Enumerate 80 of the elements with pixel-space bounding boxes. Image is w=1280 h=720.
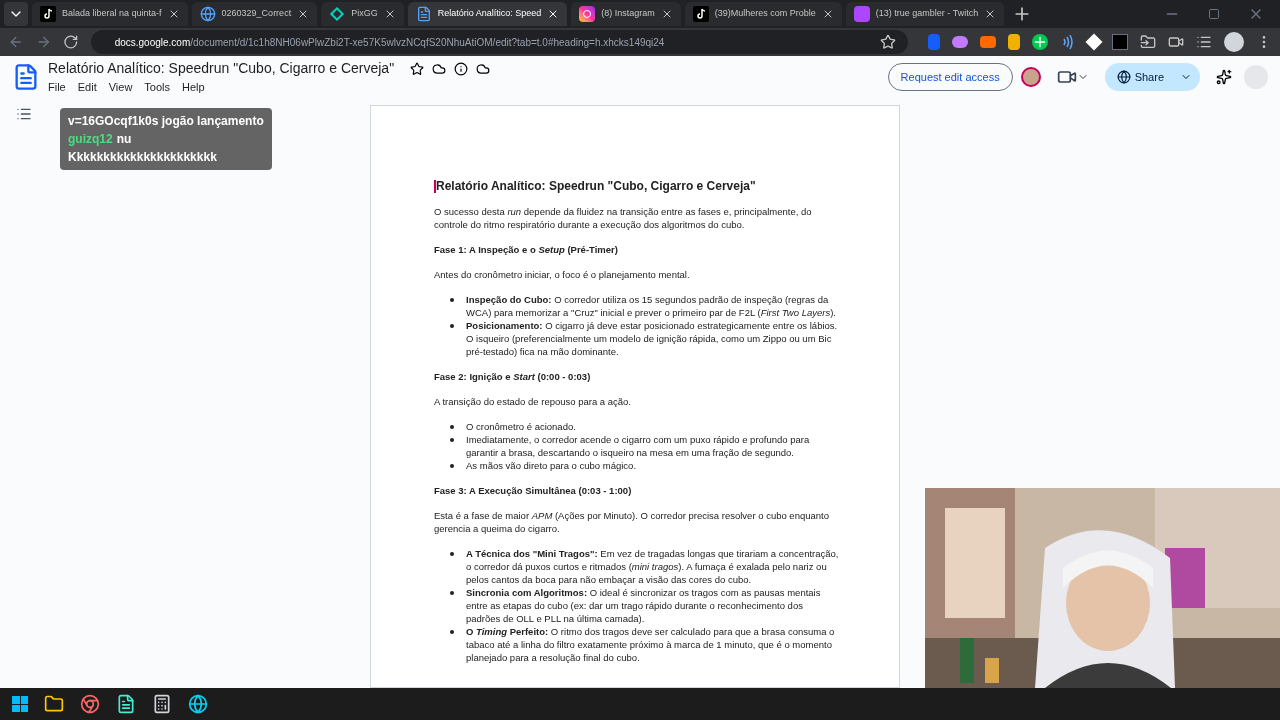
menu-item[interactable]: Edit (77, 79, 97, 96)
bullet-icon (450, 425, 454, 429)
menu-item[interactable]: Tools (144, 79, 171, 96)
section-heading: Fase 1: A Inspeção e o Setup (Pré-Timer) (434, 243, 619, 256)
tab-title: 0260329_Correct (221, 7, 292, 21)
sparkle-icon[interactable] (1216, 69, 1232, 85)
chat-username: guizq12 (68, 131, 113, 148)
share-button[interactable]: Share (1104, 63, 1200, 91)
section-heading: Fase 3: A Execução Simultânea (0:03 - 1:00) (434, 484, 633, 497)
browser-tab[interactable]: Balada liberal na quinta-f (32, 2, 188, 26)
outline-icon[interactable] (16, 106, 32, 122)
bookmark-star-icon[interactable] (880, 34, 896, 50)
globe-icon[interactable] (188, 694, 208, 714)
document-title[interactable]: Relatório Analítico: Speedrun "Cubo, Cigarro e Cerveja" (48, 58, 395, 80)
tab-title: (13) true gambler - Twitch (875, 7, 979, 21)
music-note-icon (40, 6, 56, 22)
tab-search-button[interactable] (4, 2, 28, 26)
avatar-icon[interactable] (1224, 32, 1244, 52)
list-item: Posicionamento: O cigarro já deve estar posicionado estrategicamente entre os lábios. O isqueiro (preferencialmente um modelo de ignição rápida, como um Zippo ou um Bic pré-testado) fica na mão dominante. (466, 319, 839, 358)
list-item: Inspeção do Cubo: O corredor utiliza os 15 segundos padrão de inspeção (regras da WCA) para memorizar a "Cruz" inicial e prever o primeiro par de F2L (First Two Layers). (466, 293, 837, 319)
browser-tab[interactable]: Relatório Analítico: Speed (407, 2, 568, 26)
windows-start-icon[interactable] (12, 696, 28, 712)
back-icon[interactable] (8, 34, 24, 50)
playlist-icon[interactable] (1196, 34, 1212, 50)
chat-message: Kkkkkkkkkkkkkkkkkkkkkk (68, 149, 217, 166)
browser-icon[interactable] (80, 694, 100, 714)
chat-message: nu (116, 131, 132, 148)
bullet-icon (450, 438, 454, 442)
list-item: A Técnica dos "Mini Tragos": Em vez de tragadas longas que tirariam a concentração, o corredor dá puxos curtos e ritmados (mini tragos). A fumaça é exalada pelo nariz ou pelos cantos da boca para não embaçar a visão das cores do cubo. (466, 547, 839, 586)
bullet-icon (450, 591, 454, 595)
paragraph: Esta é a fase de maior APM (Ações por Minuto). O corredor precisa resolver o cubo enquanto gerencia a queima do cigarro. (434, 509, 830, 535)
bullet-icon (450, 552, 454, 556)
tab-title: (8) Instagram (601, 7, 655, 21)
list-item: As mãos vão direto para o cubo mágico. (466, 459, 637, 472)
section-heading: Fase 2: Ignição e Start (0:00 - 0:03) (434, 370, 592, 383)
browser-tab[interactable]: (8) Instagram (571, 2, 681, 26)
browser-tab[interactable]: 0260329_Correct (191, 2, 318, 26)
camera-icon[interactable] (1168, 34, 1184, 50)
tab-title: Relatório Analítico: Speed (437, 7, 542, 21)
url-path: /document/d/1c1h8NH06wPlwZbi2T-xe57K5wlvzNCqfS20NhuAtiOM/edit?tab=t.0#heading=h.xhcks149qi24 (190, 35, 666, 50)
star-icon[interactable] (410, 61, 425, 76)
menu-item[interactable]: Help (182, 79, 205, 96)
address-field[interactable]: docs.google.com/document/d/1c1h8NH06wPlwZbi2T-xe57K5wlvzNCqfS20NhuAtiOM/edit?tab=t.0#heading=h.xhcks149qi24 (90, 30, 908, 54)
camera-icon (579, 6, 596, 22)
tab-title: Balada liberal na quinta-f (62, 7, 162, 21)
globe-icon (1116, 70, 1131, 84)
cloud-icon[interactable] (476, 61, 491, 76)
maximize-icon[interactable] (1208, 8, 1220, 20)
browser-tab[interactable]: (13) true gambler - Twitch (845, 2, 1005, 26)
bullet-icon (450, 630, 454, 634)
document-heading: Relatório Analítico: Speedrun "Cubo, Cigarro e Cerveja" (434, 180, 839, 193)
avatar-icon[interactable] (1020, 67, 1041, 87)
notepad-icon[interactable] (116, 694, 136, 714)
tab-title: (39)Mulheres com Proble (714, 7, 816, 21)
paragraph: A transição do estado de repouso para a ação. (434, 395, 632, 408)
square-icon[interactable] (1112, 34, 1128, 50)
url-host: docs.google.com (114, 35, 191, 50)
waves-icon[interactable] (1060, 34, 1076, 50)
info-icon[interactable] (454, 61, 469, 76)
paragraph: O sucesso desta run depende da fluidez na transição entre as fases e, principalmente, do controle do ritmo respiratório durante a execução dos algoritmos do cubo. (434, 205, 813, 231)
document-icon (415, 6, 432, 22)
bullet-icon (450, 298, 454, 302)
browser-tab[interactable]: PixGG (321, 2, 404, 26)
menu-item[interactable]: View (108, 79, 133, 96)
bullet-icon (450, 324, 454, 328)
globe-icon (199, 6, 216, 22)
list-item: O cronômetro é acionado. (466, 420, 576, 433)
folder-icon[interactable] (44, 694, 64, 714)
menu-item[interactable]: File (48, 79, 66, 96)
calculator-icon[interactable] (152, 694, 172, 714)
list-item: O Timing Perfeito: O ritmo dos tragos deve ser calculado para que a brasa consuma o tabaco até a linha do filtro exatamente próximo à marca de 1 minuto, que é o momento planejado para a resolução final do cubo. (466, 625, 836, 664)
blob-icon[interactable] (952, 36, 968, 48)
list-item: Sincronia com Algoritmos: O ideal é sincronizar os tragos com as pausas mentais entre as etapas do cubo (ex: dar um trago rápido durante o reconhecimento dos padrões de OLL e PLL na última camada). (466, 586, 822, 625)
reload-icon[interactable] (63, 34, 79, 50)
tab-title: PixGG (351, 7, 378, 21)
list-item: Imediatamente, o corredor acende o cigarro com um puxo rápido e profundo para garantir a brasa, descartando o isqueiro na mesa em uma fração de segundo. (466, 433, 811, 459)
bullet-icon (450, 464, 454, 468)
browser-tab[interactable]: (39)Mulheres com Proble (684, 2, 842, 26)
paragraph: Antes do cronômetro iniciar, o foco é o planejamento mental. (434, 268, 691, 281)
music-note-icon (692, 6, 709, 22)
